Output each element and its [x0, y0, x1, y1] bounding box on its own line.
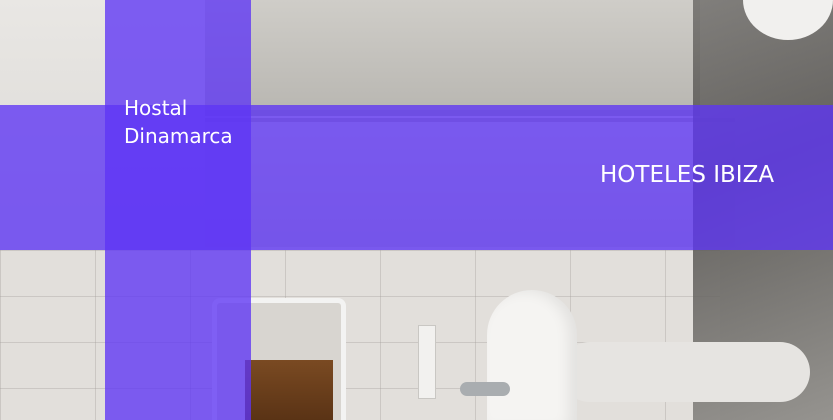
- hotel-title-line-2: Dinamarca: [124, 124, 233, 148]
- hotel-title-line-1: Hostal: [124, 96, 188, 120]
- shower-screen: [205, 0, 700, 116]
- sink-pedestal: [560, 342, 810, 402]
- sink: [487, 290, 577, 420]
- wooden-frame: [245, 360, 333, 420]
- wall-switch: [418, 325, 436, 399]
- hotel-title: Hostal Dinamarca: [124, 94, 250, 150]
- faucet: [460, 382, 510, 396]
- hero-banner: Hostal Dinamarca HOTELES IBIZA: [0, 0, 833, 420]
- category-label: HOTELES IBIZA: [600, 162, 775, 188]
